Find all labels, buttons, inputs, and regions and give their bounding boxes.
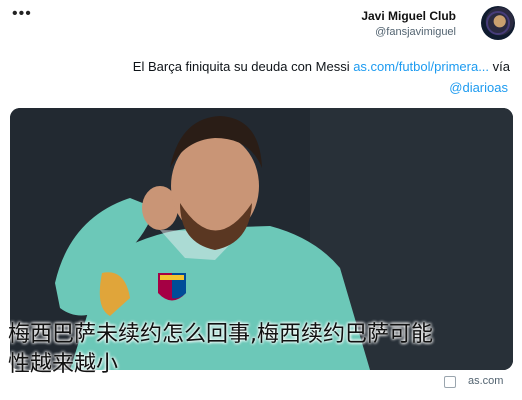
author-name[interactable]: Javi Miguel Club [361,8,456,24]
tweet-text: El Barça finiquita su deuda con Messi as… [60,58,510,75]
club-crest-band [160,275,184,280]
avatar-ring [486,11,510,35]
tweet-link[interactable]: as.com/futbol/primera... [353,59,489,74]
tweet-card: ••• Javi Miguel Club @fansjavimiguel El … [0,0,522,400]
tweet-text-plain: El Barça finiquita su deuda con Messi [132,59,354,74]
author-handle[interactable]: @fansjavimiguel [361,24,456,40]
tweet-mention[interactable]: @diarioas [449,80,508,95]
caption-line-2: 性越来越小 [8,352,119,377]
more-options-button[interactable]: ••• [12,6,32,22]
caption-line-1: 梅西巴萨未续约怎么回事,梅西续约巴萨可能 [8,322,433,347]
author-block[interactable]: Javi Miguel Club @fansjavimiguel [361,8,456,40]
tweet-text-suffix: vía [489,59,510,74]
avatar[interactable] [481,6,515,40]
overlay-caption: 梅西巴萨未续约怎么回事,梅西续约巴萨可能 性越来越小 [0,320,522,380]
